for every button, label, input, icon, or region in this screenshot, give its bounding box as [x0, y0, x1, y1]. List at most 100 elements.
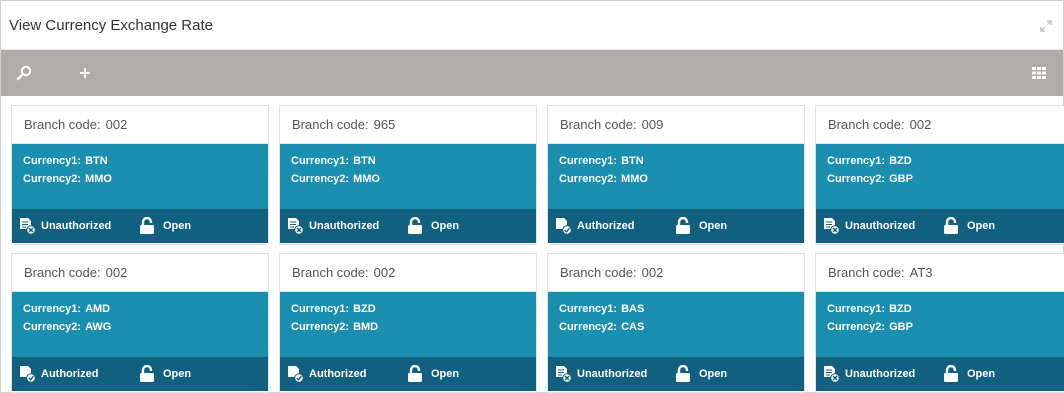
- currency1-value: BZD: [353, 303, 376, 315]
- card-footer: Authorized Open: [548, 209, 804, 243]
- branch-code-label: Branch code:: [24, 265, 101, 280]
- branch-code-label: Branch code:: [292, 265, 369, 280]
- currency1-value: BTN: [85, 155, 108, 167]
- authorized-icon: [288, 366, 304, 383]
- currency1-label: Currency1:: [559, 303, 618, 315]
- currency2-label: Currency2:: [23, 173, 82, 185]
- exchange-rate-card[interactable]: Branch code: 002 Currency1: BZD Currency2…: [815, 105, 1064, 245]
- currency1-value: AMD: [85, 303, 111, 315]
- card-body: Currency1: BTN Currency2: MMO: [548, 144, 804, 209]
- card-header: Branch code: 009: [548, 106, 804, 144]
- currency2-value: MMO: [85, 173, 112, 185]
- currency1-value: BTN: [353, 155, 376, 167]
- unlock-icon: [140, 217, 154, 234]
- record-status-text: Open: [699, 220, 728, 232]
- currency1-label: Currency1:: [827, 155, 886, 167]
- record-status-text: Open: [699, 368, 728, 380]
- card-body: Currency1: BZD Currency2: BMD: [280, 292, 536, 357]
- card-body: Currency1: BZD Currency2: GBP: [816, 292, 1064, 357]
- record-status-text: Open: [163, 368, 192, 380]
- authorized-icon: [556, 218, 572, 235]
- currency1-label: Currency1:: [291, 303, 350, 315]
- currency2-value: MMO: [621, 173, 648, 185]
- card-body: Currency1: BAS Currency2: CAS: [548, 292, 804, 357]
- exchange-rate-card[interactable]: Branch code: 002 Currency1: BZD Currency2…: [279, 253, 537, 393]
- exchange-rate-card[interactable]: Branch code: 009 Currency1: BTN Currency2…: [547, 105, 805, 245]
- card-footer: Unauthorized Open: [12, 209, 268, 243]
- unlock-icon: [408, 217, 422, 234]
- auth-status-text: Unauthorized: [845, 220, 916, 232]
- currency1-value: BZD: [889, 155, 912, 167]
- branch-code-label: Branch code:: [560, 265, 637, 280]
- unlock-icon: [140, 365, 154, 382]
- unauthorized-icon: [824, 218, 840, 235]
- card-footer: Unauthorized Open: [816, 209, 1064, 243]
- branch-code-value: 965: [373, 117, 396, 132]
- auth-status-text: Unauthorized: [41, 220, 112, 232]
- record-status-text: Open: [967, 220, 996, 232]
- grid-view-icon[interactable]: [1031, 50, 1047, 96]
- exchange-rate-card[interactable]: Branch code: 002 Currency1: BTN Currency2…: [11, 105, 269, 245]
- currency2-value: CAS: [621, 321, 645, 333]
- currency1-value: BZD: [889, 303, 912, 315]
- card-header: Branch code: AT3: [816, 254, 1064, 292]
- unlock-icon: [676, 217, 690, 234]
- unlock-icon: [408, 365, 422, 382]
- exchange-rate-card[interactable]: Branch code: AT3 Currency1: BZD Currency2…: [815, 253, 1064, 393]
- unauthorized-icon: [288, 218, 304, 235]
- card-footer: Unauthorized Open: [280, 209, 536, 243]
- card-footer: Authorized Open: [12, 357, 268, 391]
- card-header: Branch code: 002: [12, 254, 268, 292]
- toolbar: [1, 50, 1063, 96]
- record-card-grid: Branch code: 002 Currency1: BTN Currency2…: [11, 105, 1064, 393]
- auth-status-text: Unauthorized: [309, 220, 380, 232]
- unauthorized-icon: [556, 366, 572, 383]
- currency2-label: Currency2:: [559, 321, 618, 333]
- unauthorized-icon: [824, 366, 840, 383]
- auth-status-text: Unauthorized: [577, 368, 648, 380]
- card-header: Branch code: 002: [548, 254, 804, 292]
- record-status-text: Open: [967, 368, 996, 380]
- exchange-rate-card[interactable]: Branch code: 965 Currency1: BTN Currency2…: [279, 105, 537, 245]
- exchange-rate-card[interactable]: Branch code: 002 Currency1: AMD Currency2…: [11, 253, 269, 393]
- currency1-label: Currency1:: [23, 155, 82, 167]
- currency2-label: Currency2:: [827, 321, 886, 333]
- record-status-text: Open: [163, 220, 192, 232]
- record-status-text: Open: [431, 368, 460, 380]
- unlock-icon: [944, 365, 958, 382]
- branch-code-value: 002: [105, 117, 128, 132]
- auth-status-text: Authorized: [41, 368, 99, 380]
- branch-code-value: 002: [909, 117, 932, 132]
- currency2-value: BMD: [353, 321, 379, 333]
- currency1-label: Currency1:: [291, 155, 350, 167]
- card-header: Branch code: 965: [280, 106, 536, 144]
- branch-code-label: Branch code:: [560, 117, 637, 132]
- branch-code-label: Branch code:: [292, 117, 369, 132]
- branch-code-label: Branch code:: [24, 117, 101, 132]
- branch-code-value: 002: [105, 265, 128, 280]
- currency1-value: BAS: [621, 303, 645, 315]
- auth-status-text: Authorized: [577, 220, 635, 232]
- card-footer: Unauthorized Open: [548, 357, 804, 391]
- auth-status-text: Unauthorized: [845, 368, 916, 380]
- card-header: Branch code: 002: [12, 106, 268, 144]
- auth-status-text: Authorized: [309, 368, 367, 380]
- branch-code-label: Branch code:: [828, 117, 905, 132]
- currency2-label: Currency2:: [291, 321, 350, 333]
- currency2-value: MMO: [353, 173, 380, 185]
- expand-icon[interactable]: [1039, 19, 1053, 33]
- branch-code-value: 002: [641, 265, 664, 280]
- card-header: Branch code: 002: [280, 254, 536, 292]
- currency2-value: GBP: [889, 173, 913, 185]
- search-icon[interactable]: [13, 50, 35, 96]
- unauthorized-icon: [20, 218, 36, 235]
- currency2-value: AWG: [85, 321, 112, 333]
- card-header: Branch code: 002: [816, 106, 1064, 144]
- plus-icon[interactable]: [75, 50, 95, 96]
- currency2-value: GBP: [889, 321, 913, 333]
- currency2-label: Currency2:: [559, 173, 618, 185]
- authorized-icon: [20, 366, 36, 383]
- card-body: Currency1: BZD Currency2: GBP: [816, 144, 1064, 209]
- exchange-rate-card[interactable]: Branch code: 002 Currency1: BAS Currency2…: [547, 253, 805, 393]
- currency1-label: Currency1:: [23, 303, 82, 315]
